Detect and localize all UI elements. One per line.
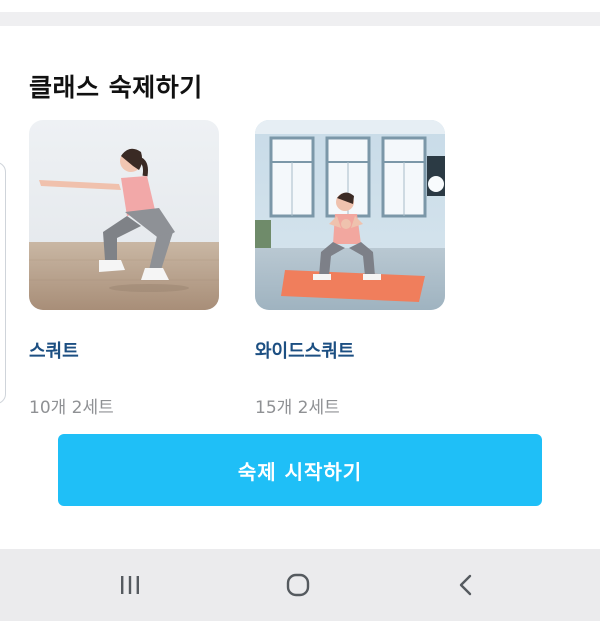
exercise-name: 와이드스쿼트 xyxy=(255,341,355,362)
home-icon xyxy=(286,573,310,597)
exercise-sets: 15개 2세트 xyxy=(255,398,340,418)
recent-apps-icon xyxy=(121,576,139,594)
wide-squat-photo xyxy=(255,120,445,310)
top-strip xyxy=(0,0,600,12)
exercise-sets: 10개 2세트 xyxy=(29,398,114,418)
exercise-name: 스쿼트 xyxy=(29,341,79,362)
squat-photo xyxy=(29,120,219,310)
previous-card-edge[interactable] xyxy=(0,162,6,404)
system-nav-bar xyxy=(0,549,600,621)
exercise-card-squat[interactable]: 스쿼트 10개 2세트 xyxy=(29,120,219,418)
back-icon xyxy=(459,574,472,596)
back-button[interactable] xyxy=(444,571,488,599)
section-divider xyxy=(0,12,600,26)
start-homework-button[interactable]: 숙제 시작하기 xyxy=(58,434,542,506)
home-button[interactable] xyxy=(276,571,320,599)
exercise-card-wide-squat[interactable]: 와이드스쿼트 15개 2세트 xyxy=(255,120,445,418)
homework-screen: 클래스 숙제하기 스쿼트 10개 2세트 와이드스쿼트 15개 2세트 숙제 시… xyxy=(0,0,600,621)
recent-apps-button[interactable] xyxy=(108,571,152,599)
section-title: 클래스 숙제하기 xyxy=(29,73,203,102)
